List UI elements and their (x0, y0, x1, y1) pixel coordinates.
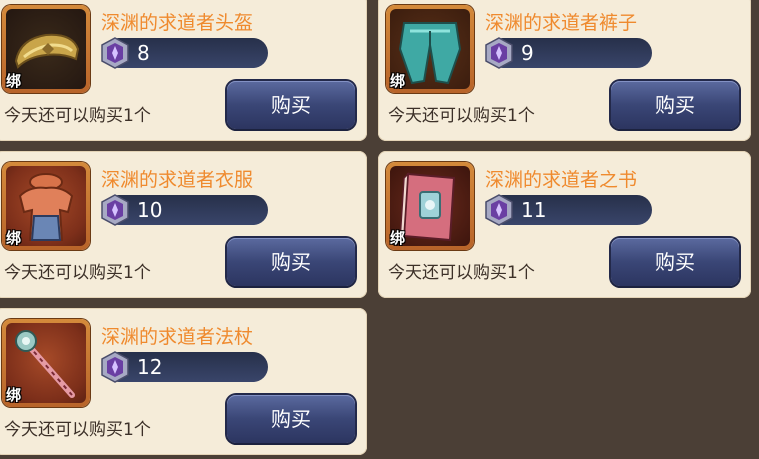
item-slot[interactable]: 绑 (2, 5, 90, 93)
bind-tag: 绑 (6, 229, 22, 247)
level-bar: 12 (101, 351, 268, 383)
level-bar: 8 (101, 37, 268, 69)
purchase-limit-text: 今天还可以购买1个 (388, 106, 535, 126)
shop-item-card-armor: 绑 深渊的求道者衣服 10 今天还可以购买1个 购买 (0, 151, 367, 298)
level-bar: 9 (485, 37, 652, 69)
shop-item-card-staff: 绑 深渊的求道者法杖 12 今天还可以购买1个 购买 (0, 308, 367, 455)
item-name: 深渊的求道者之书 (485, 169, 638, 191)
shop-panel: 绑 深渊的求道者头盔 8 今天还可以购买1个 购买 绑 深渊的求道者裤子 9 今… (0, 0, 759, 459)
buy-button[interactable]: 购买 (611, 238, 739, 286)
level-value: 9 (521, 41, 534, 65)
buy-button[interactable]: 购买 (227, 238, 355, 286)
item-slot[interactable]: 绑 (2, 319, 90, 407)
level-value: 8 (137, 41, 150, 65)
item-slot[interactable]: 绑 (386, 162, 474, 250)
level-emblem-icon (485, 194, 513, 226)
item-slot[interactable]: 绑 (2, 162, 90, 250)
shop-item-card-helmet: 绑 深渊的求道者头盔 8 今天还可以购买1个 购买 (0, 0, 367, 141)
bind-tag: 绑 (6, 386, 22, 404)
purchase-limit-text: 今天还可以购买1个 (4, 106, 151, 126)
bind-tag: 绑 (390, 72, 406, 90)
item-name: 深渊的求道者头盔 (101, 12, 254, 34)
purchase-limit-text: 今天还可以购买1个 (4, 263, 151, 283)
bind-tag: 绑 (6, 72, 22, 90)
level-emblem-icon (101, 351, 129, 383)
level-bar: 11 (485, 194, 652, 226)
shop-item-card-pants: 绑 深渊的求道者裤子 9 今天还可以购买1个 购买 (378, 0, 751, 141)
level-emblem-icon (101, 194, 129, 226)
item-slot[interactable]: 绑 (386, 5, 474, 93)
level-bar: 10 (101, 194, 268, 226)
level-value: 11 (521, 198, 547, 222)
item-name: 深渊的求道者衣服 (101, 169, 254, 191)
buy-button[interactable]: 购买 (227, 395, 355, 443)
item-name: 深渊的求道者法杖 (101, 326, 254, 348)
shop-item-card-book: 绑 深渊的求道者之书 11 今天还可以购买1个 购买 (378, 151, 751, 298)
level-emblem-icon (101, 37, 129, 69)
level-value: 10 (137, 198, 163, 222)
item-name: 深渊的求道者裤子 (485, 12, 638, 34)
purchase-limit-text: 今天还可以购买1个 (388, 263, 535, 283)
level-value: 12 (137, 355, 163, 379)
purchase-limit-text: 今天还可以购买1个 (4, 420, 151, 440)
buy-button[interactable]: 购买 (611, 81, 739, 129)
level-emblem-icon (485, 37, 513, 69)
bind-tag: 绑 (390, 229, 406, 247)
buy-button[interactable]: 购买 (227, 81, 355, 129)
